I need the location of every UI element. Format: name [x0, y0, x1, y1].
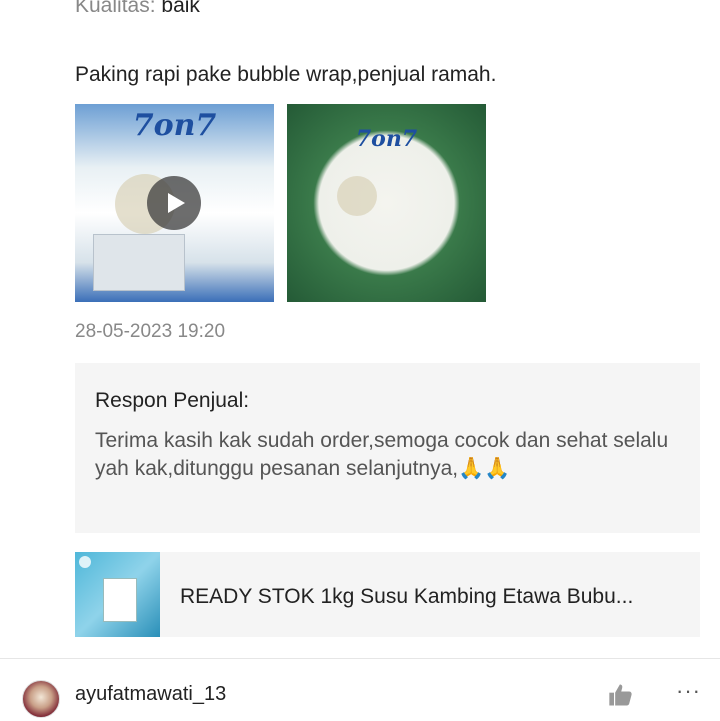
- play-icon[interactable]: [147, 176, 201, 230]
- quality-value: baik: [161, 0, 200, 17]
- product-thumbnail: [75, 552, 160, 637]
- quality-rating: Kualitas: baik: [75, 0, 200, 18]
- goat-graphic: [337, 176, 377, 216]
- quality-label: Kualitas:: [75, 0, 156, 17]
- seller-response-box: Respon Penjual: Terima kasih kak sudah o…: [75, 363, 700, 533]
- review-timestamp: 28-05-2023 19:20: [75, 321, 226, 342]
- product-card[interactable]: READY STOK 1kg Susu Kambing Etawa Bubu..…: [75, 552, 700, 637]
- review-text: Paking rapi pake bubble wrap,penjual ram…: [75, 63, 497, 86]
- more-dots-icon[interactable]: ···: [676, 678, 701, 704]
- product-package-graphic: [103, 578, 137, 622]
- avatar[interactable]: [22, 680, 60, 718]
- product-name: READY STOK 1kg Susu Kambing Etawa Bubu..…: [180, 585, 634, 608]
- product-brand-logo: 7on7: [132, 108, 217, 143]
- review-divider: [0, 658, 720, 659]
- thumbs-up-icon[interactable]: [607, 681, 635, 709]
- review-video-thumbnail[interactable]: 7on7: [75, 104, 274, 302]
- seller-response-title: Respon Penjual:: [95, 389, 250, 412]
- review-photo-thumbnail[interactable]: 7on7: [287, 104, 486, 302]
- reviewer-username[interactable]: ayufatmawati_13: [75, 683, 226, 706]
- nutrition-label: [93, 234, 185, 291]
- seller-response-body: Terima kasih kak sudah order,semoga coco…: [95, 429, 669, 480]
- product-brand-logo: 7on7: [355, 126, 418, 152]
- sparkle-icon: [79, 556, 91, 568]
